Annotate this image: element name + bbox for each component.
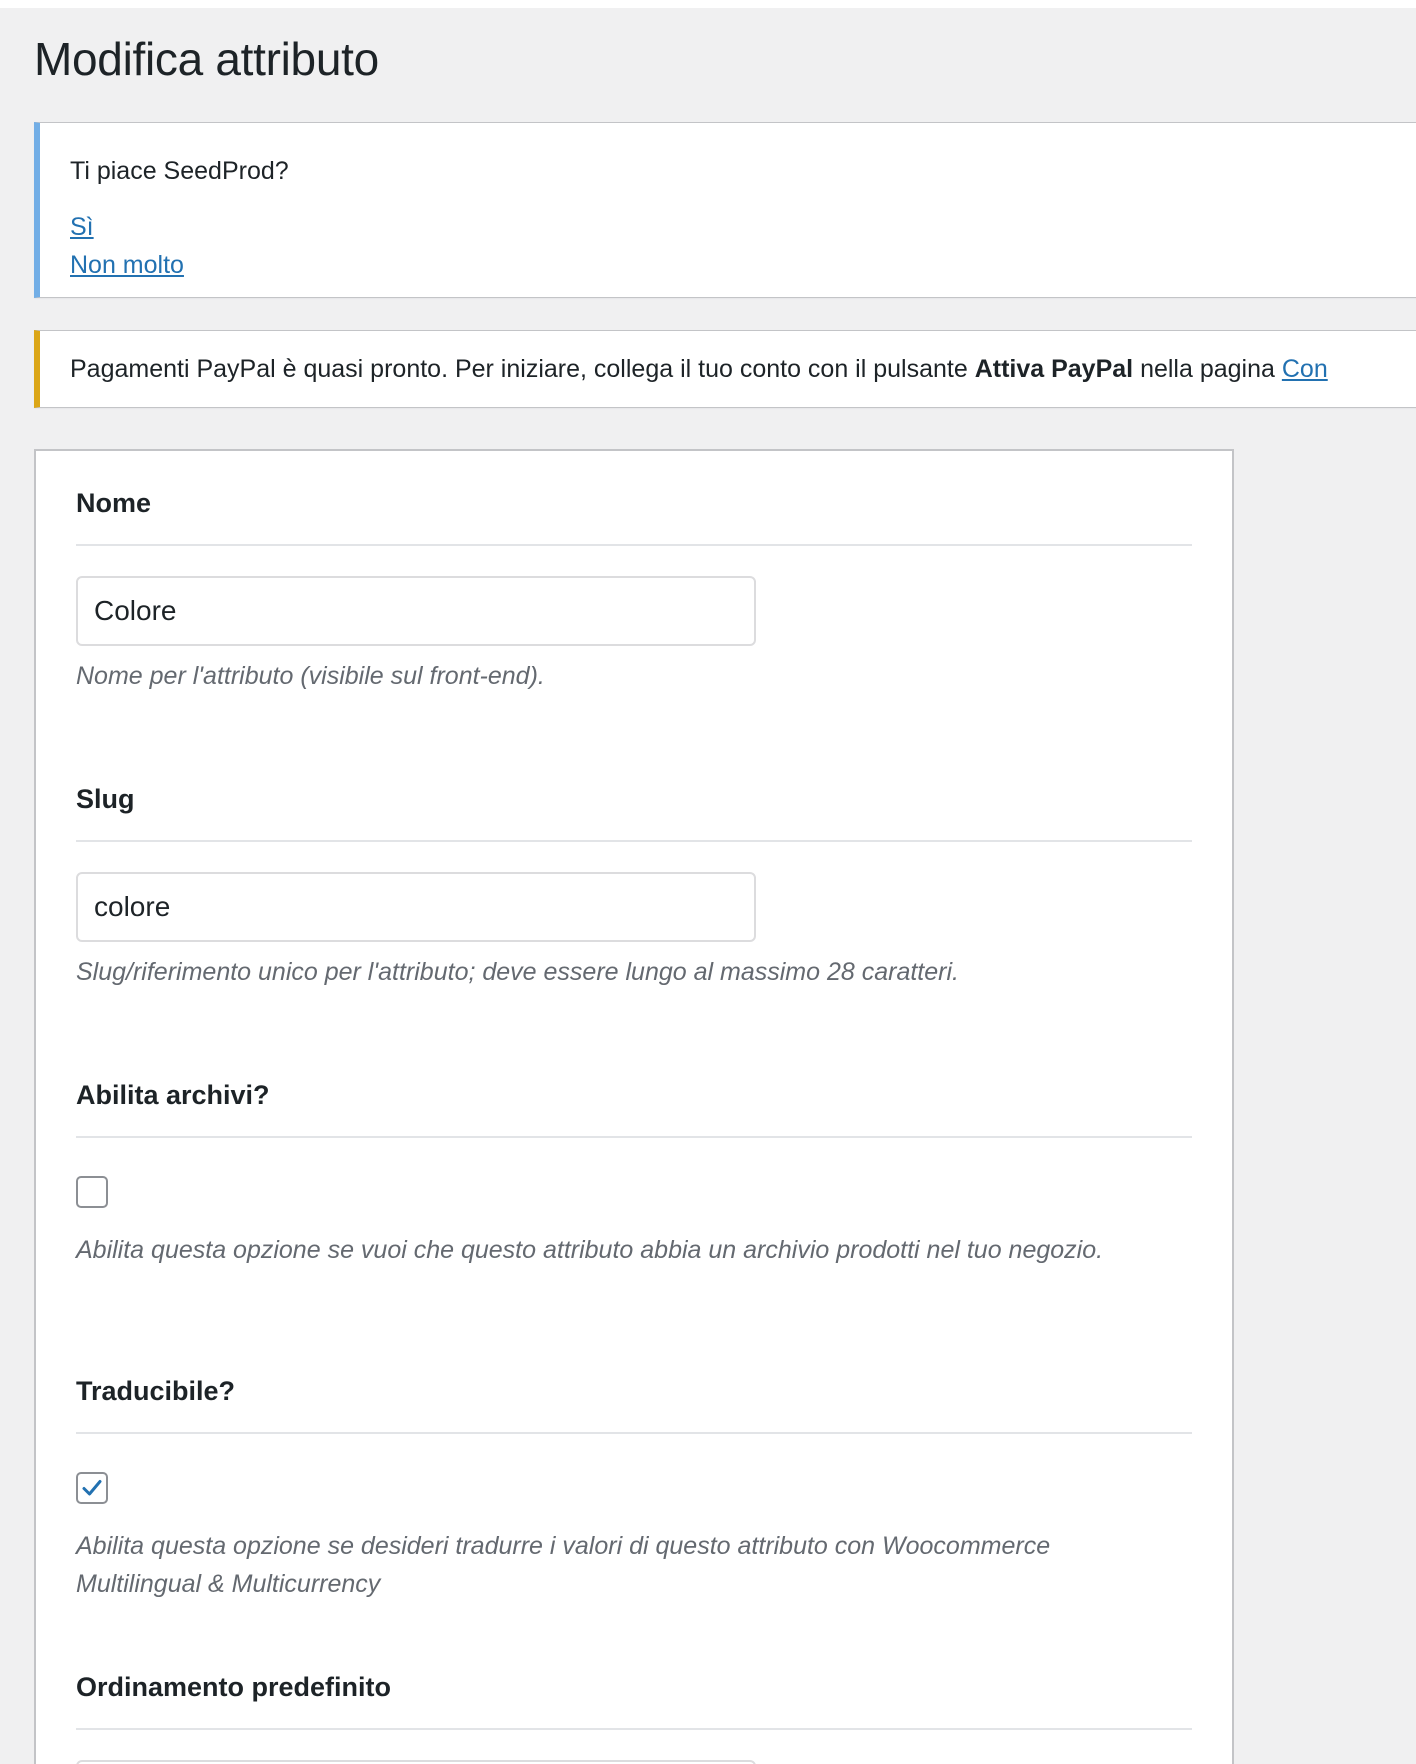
paypal-notice: Pagamenti PayPal è quasi pronto. Per ini… — [34, 330, 1416, 408]
edit-attribute-form: Nome Nome per l'attributo (visibile sul … — [34, 449, 1234, 1764]
not-much-link[interactable]: Non molto — [70, 251, 184, 280]
activate-paypal-label: Attiva PayPal — [974, 355, 1134, 383]
name-label: Nome — [76, 488, 152, 518]
paypal-text-after: nella pagina — [1133, 355, 1282, 383]
default-sort-divider — [76, 1728, 1192, 1730]
checkmark-icon — [82, 1480, 102, 1496]
translatable-checkbox[interactable] — [76, 1472, 108, 1504]
page-title: Modifica attributo — [34, 33, 379, 85]
name-description: Nome per l'attributo (visibile sul front… — [76, 662, 545, 690]
seedprod-feedback-notice: Ti piace SeedProd? Sì Non molto — [34, 122, 1416, 298]
archives-divider — [76, 1136, 1192, 1138]
name-input[interactable] — [76, 576, 756, 646]
translatable-description: Abilita questa opzione se desideri tradu… — [76, 1532, 1051, 1598]
slug-divider — [76, 840, 1192, 842]
default-sort-select[interactable] — [76, 1760, 756, 1764]
seedprod-question: Ti piace SeedProd? — [70, 157, 289, 185]
yes-link[interactable]: Sì — [70, 213, 94, 242]
enable-archives-label: Abilita archivi? — [76, 1080, 270, 1110]
paypal-text-before: Pagamenti PayPal è quasi pronto. Per ini… — [70, 355, 975, 383]
name-divider — [76, 544, 1192, 546]
archives-description: Abilita questa opzione se vuoi che quest… — [76, 1236, 1104, 1264]
slug-input[interactable] — [76, 872, 756, 942]
slug-label: Slug — [76, 784, 135, 814]
default-sort-label: Ordinamento predefinito — [76, 1672, 392, 1702]
slug-description: Slug/riferimento unico per l'attributo; … — [76, 958, 959, 986]
enable-archives-checkbox[interactable] — [76, 1176, 108, 1208]
paypal-notice-text: Pagamenti PayPal è quasi pronto. Per ini… — [70, 355, 1328, 384]
admin-content-area: Modifica attributo Ti piace SeedProd? Sì… — [0, 8, 1416, 1764]
translatable-label: Traducibile? — [76, 1376, 236, 1406]
translatable-divider — [76, 1432, 1192, 1434]
paypal-settings-link[interactable]: Con — [1282, 355, 1328, 383]
